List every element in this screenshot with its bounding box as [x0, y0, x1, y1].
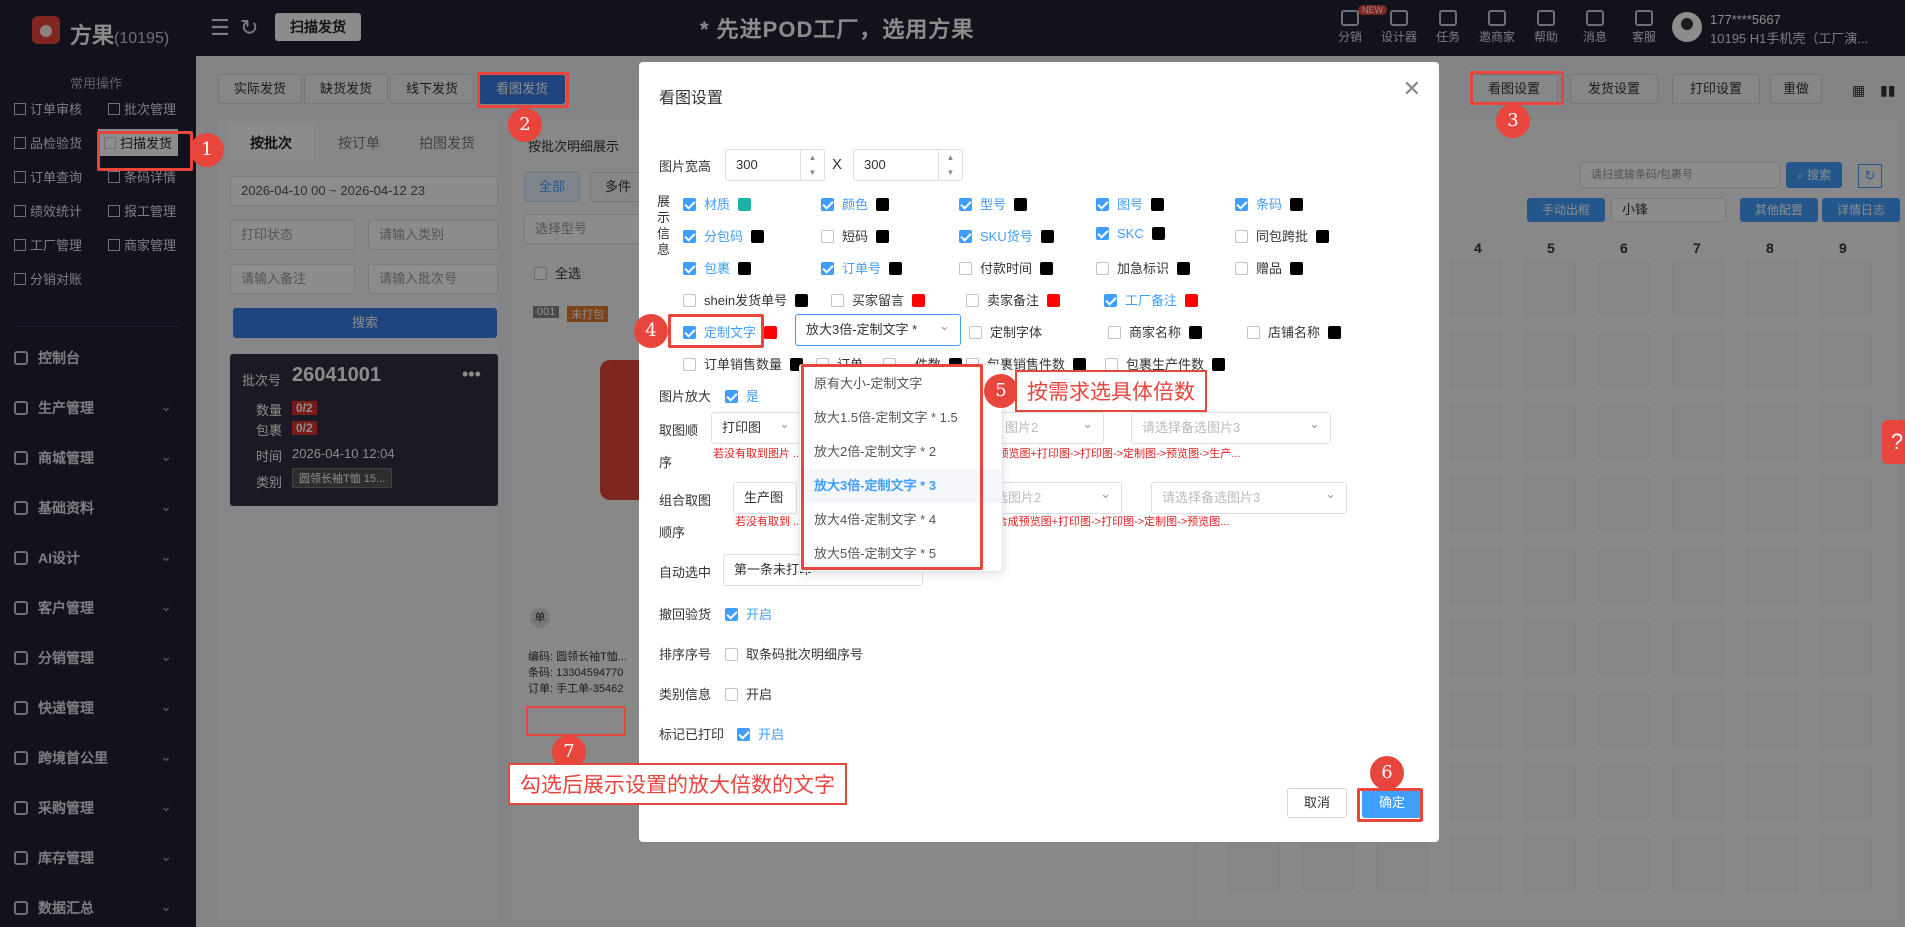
modal-title: 看图设置 [659, 90, 724, 107]
annotation-box-3 [1470, 71, 1564, 105]
annotation-num-6: 6 [1370, 756, 1404, 790]
annotation-box-2 [477, 72, 569, 108]
info-checkbox-22[interactable]: 店铺名称 [1247, 322, 1342, 341]
sort-checkbox[interactable]: 取条码批次明细序号 [725, 644, 863, 663]
annotation-num-1: 1 [190, 133, 224, 167]
annotation-num-5: 5 [984, 374, 1018, 408]
combo-alt3-select[interactable]: 请选择备选图片3 [1151, 482, 1347, 514]
x-sign: X [832, 156, 843, 173]
undo-label: 撤回验货 [659, 607, 712, 622]
close-icon[interactable]: ✕ [1403, 76, 1421, 102]
zoom-label: 图片放大 [659, 389, 712, 404]
info-checkbox-18[interactable]: 工厂备注 [1104, 290, 1199, 309]
color-swatch[interactable] [1047, 294, 1061, 307]
view-settings-modal: 看图设置 ✕ 图片宽高 300 ▲ ▼ X 300 ▲ ▼ 展示信息 材质 颜色 型号 图号 条… [639, 62, 1439, 842]
info-checkbox-23[interactable]: 订单销售数量 [683, 354, 804, 373]
annotation-text-7: 勾选后展示设置的放大倍数的文字 [508, 763, 847, 805]
annotation-num-2: 2 [508, 108, 542, 142]
fetch-alt3-select[interactable]: 请选择备选图片3 [1131, 412, 1331, 444]
mark-printed-label: 标记已打印 [659, 727, 725, 742]
color-swatch[interactable] [1177, 262, 1191, 275]
fetch-label: 取图顺 [659, 423, 699, 438]
info-checkbox-2[interactable]: 型号 [959, 194, 1028, 213]
info-checkbox-6[interactable]: 短码 [821, 226, 890, 245]
color-swatch[interactable] [1189, 326, 1203, 339]
color-swatch[interactable] [912, 294, 926, 307]
info-checkbox-7[interactable]: SKU货号 [959, 226, 1054, 245]
info-checkbox-20[interactable]: 定制字体 [969, 322, 1042, 341]
fetch-select[interactable]: 打印图 [711, 412, 801, 444]
annotation-box-dropdown [801, 364, 983, 570]
color-swatch[interactable] [1040, 262, 1054, 275]
info-checkbox-8[interactable]: SKC [1096, 226, 1165, 241]
annotation-num-3: 3 [1496, 104, 1530, 138]
color-swatch[interactable] [738, 198, 752, 211]
info-checkbox-5[interactable]: 分包码 [683, 226, 765, 245]
color-swatch[interactable] [1151, 198, 1165, 211]
color-swatch[interactable] [1040, 230, 1054, 243]
category-info-label: 类别信息 [659, 687, 712, 702]
color-swatch[interactable] [1185, 294, 1199, 307]
color-swatch[interactable] [1316, 230, 1330, 243]
info-checkbox-0[interactable]: 材质 [683, 194, 752, 213]
color-swatch[interactable] [764, 326, 778, 339]
color-swatch[interactable] [889, 262, 903, 275]
annotation-box-6 [1357, 788, 1423, 822]
info-label: 展示信息 [657, 194, 671, 257]
cancel-button[interactable]: 取消 [1287, 788, 1347, 818]
fetch-alt2-select[interactable]: 图片2 [994, 412, 1104, 444]
custom-text-select[interactable]: 放大3倍-定制文字 * [795, 314, 961, 346]
sort-label: 排序序号 [659, 647, 712, 662]
annotation-text-5: 按需求选具体倍数 [1015, 370, 1207, 412]
color-swatch[interactable] [1212, 358, 1226, 371]
width-input[interactable]: 300 ▲ ▼ [725, 149, 825, 181]
info-checkbox-14[interactable]: 赠品 [1235, 258, 1304, 277]
combo-alt2-select[interactable]: 选图片2 [984, 482, 1122, 514]
combo-label: 组合取图 [659, 493, 712, 508]
width-label: 图片宽高 [659, 159, 712, 174]
color-swatch[interactable] [1014, 198, 1028, 211]
info-checkbox-21[interactable]: 商家名称 [1108, 322, 1203, 341]
undo-checkbox[interactable]: 开启 [725, 604, 772, 623]
help-side-icon[interactable]: ? [1882, 420, 1905, 464]
color-swatch[interactable] [876, 198, 890, 211]
height-input[interactable]: 300 ▲ ▼ [853, 149, 963, 181]
color-swatch[interactable] [738, 262, 752, 275]
annotation-box-4 [668, 314, 764, 348]
info-checkbox-13[interactable]: 加急标识 [1096, 258, 1191, 277]
color-swatch[interactable] [751, 230, 765, 243]
info-checkbox-16[interactable]: 买家留言 [831, 290, 926, 309]
combo-label-2: 顺序 [659, 525, 686, 540]
auto-label: 自动选中 [659, 565, 712, 580]
info-checkbox-15[interactable]: shein发货单号 [683, 290, 809, 309]
mark-printed-checkbox[interactable]: 开启 [737, 724, 784, 743]
zoom-checkbox[interactable]: 是 [725, 386, 759, 405]
info-checkbox-3[interactable]: 图号 [1096, 194, 1165, 213]
info-checkbox-4[interactable]: 条码 [1235, 194, 1304, 213]
info-checkbox-10[interactable]: 包裹 [683, 258, 752, 277]
category-info-checkbox[interactable]: 开启 [725, 684, 772, 703]
color-swatch[interactable] [1290, 198, 1304, 211]
annotation-box-7 [526, 706, 626, 736]
annotation-num-4: 4 [634, 314, 668, 348]
annotation-box-1 [97, 131, 193, 171]
color-swatch[interactable] [1151, 227, 1165, 240]
info-checkbox-9[interactable]: 同包跨批 [1235, 226, 1330, 245]
info-checkbox-17[interactable]: 卖家备注 [966, 290, 1061, 309]
info-checkbox-1[interactable]: 颜色 [821, 194, 890, 213]
color-swatch[interactable] [876, 230, 890, 243]
color-swatch[interactable] [795, 294, 809, 307]
color-swatch[interactable] [1328, 326, 1342, 339]
combo-select[interactable]: 生产图 [733, 482, 797, 514]
info-checkbox-12[interactable]: 付款时间 [959, 258, 1054, 277]
info-checkbox-11[interactable]: 订单号 [821, 258, 903, 277]
color-swatch[interactable] [1290, 262, 1304, 275]
fetch-label-2: 序 [659, 455, 673, 470]
